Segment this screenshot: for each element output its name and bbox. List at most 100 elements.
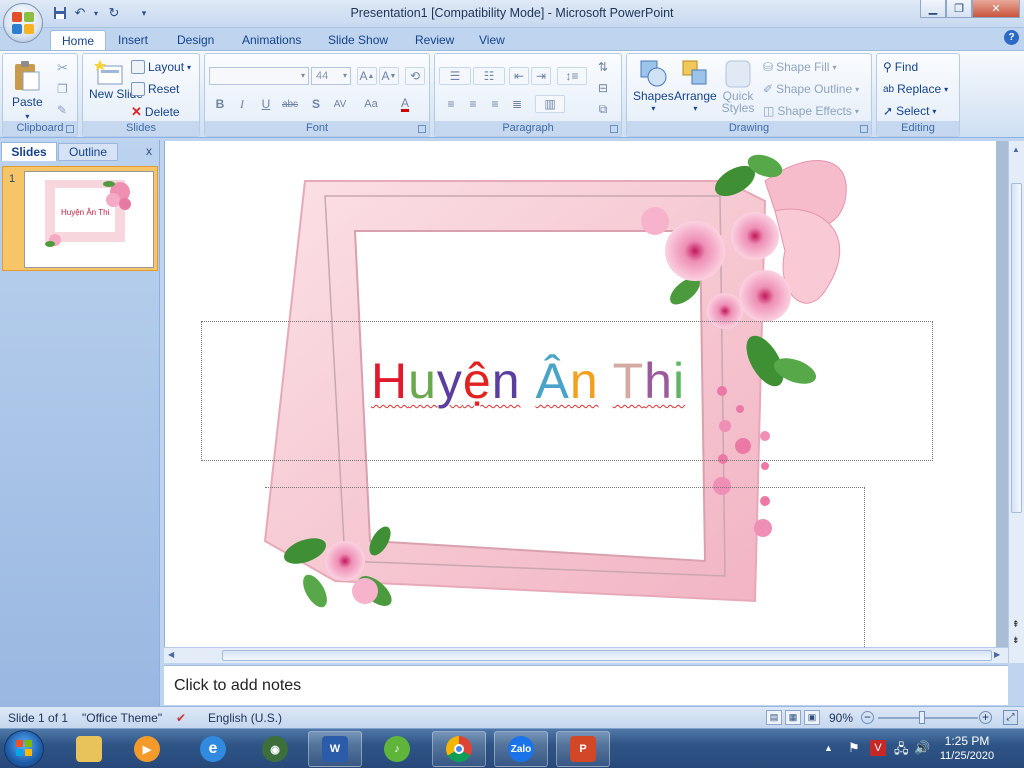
- help-icon[interactable]: ?: [1004, 30, 1019, 45]
- copy-icon[interactable]: ❐: [57, 82, 68, 96]
- slide-editor[interactable]: Huyện Ân Thi: [164, 141, 996, 647]
- bold-icon[interactable]: B: [210, 95, 230, 113]
- notes-placeholder[interactable]: Click to add notes: [174, 677, 301, 695]
- text-shadow-icon[interactable]: S: [306, 95, 326, 113]
- change-case-icon[interactable]: Aa: [361, 95, 381, 113]
- convert-smartart-icon[interactable]: ⧉: [593, 100, 613, 118]
- shape-outline-button[interactable]: ✐ Shape Outline ▾: [763, 82, 859, 96]
- layout-button[interactable]: Layout ▾: [131, 60, 191, 74]
- tab-slides[interactable]: Slides: [1, 142, 57, 161]
- taskbar-media-center[interactable]: ◉: [248, 731, 302, 767]
- tab-outline[interactable]: Outline: [58, 143, 118, 161]
- arrange-button[interactable]: Arrange ▾: [674, 58, 717, 113]
- justify-icon[interactable]: ≣: [507, 95, 527, 113]
- slide-show-view-icon[interactable]: ▣: [804, 710, 820, 725]
- columns-icon[interactable]: ▥: [535, 95, 565, 113]
- align-center-icon[interactable]: ≡: [463, 95, 483, 113]
- grow-font-icon[interactable]: A ▲: [357, 67, 377, 85]
- scroll-right-icon[interactable]: ▶: [994, 650, 1000, 659]
- language-indicator[interactable]: English (U.S.): [208, 711, 282, 725]
- tab-animations[interactable]: Animations: [231, 30, 312, 50]
- cut-icon[interactable]: ✂: [57, 60, 68, 76]
- slide-title[interactable]: Huyện Ân Thi: [371, 352, 685, 410]
- zoom-slider-thumb[interactable]: [919, 711, 926, 724]
- theme-name[interactable]: "Office Theme": [82, 711, 162, 725]
- tab-insert[interactable]: Insert: [107, 30, 159, 50]
- taskbar-zalo[interactable]: Zalo: [494, 731, 548, 767]
- increase-indent-icon[interactable]: ⇥: [531, 67, 551, 85]
- shape-effects-button[interactable]: ◫ Shape Effects ▾: [763, 104, 859, 118]
- align-left-icon[interactable]: ≡: [441, 95, 461, 113]
- notes-pane[interactable]: Click to add notes: [164, 665, 1008, 705]
- quick-styles-button[interactable]: Quick Styles: [721, 58, 755, 114]
- taskbar-chrome[interactable]: [432, 731, 486, 767]
- align-right-icon[interactable]: ≡: [485, 95, 505, 113]
- bullets-icon[interactable]: ☰: [439, 67, 471, 85]
- paste-button[interactable]: Paste ▾: [12, 60, 43, 121]
- action-center-flag-icon[interactable]: ⚑: [848, 740, 860, 756]
- network-icon[interactable]: 🖧: [894, 740, 909, 762]
- font-size-combo[interactable]: 44 ▾: [311, 67, 351, 85]
- previous-slide-icon[interactable]: ⇞: [1012, 619, 1020, 630]
- shapes-button[interactable]: Shapes ▾: [633, 58, 674, 113]
- taskbar-internet-explorer[interactable]: e: [186, 731, 240, 767]
- zoom-in-icon[interactable]: +: [979, 711, 992, 724]
- show-hidden-icons-icon[interactable]: ▲: [824, 743, 833, 753]
- delete-button[interactable]: ✕ Delete: [131, 104, 180, 120]
- subtitle-placeholder[interactable]: [265, 487, 865, 647]
- underline-icon[interactable]: U: [256, 95, 276, 113]
- taskbar-powerpoint[interactable]: P: [556, 731, 610, 767]
- zoom-slider[interactable]: [878, 711, 978, 724]
- horizontal-scrollbar[interactable]: ◀ ▶: [164, 647, 1008, 663]
- clock-time[interactable]: 1:25 PM: [932, 734, 1002, 748]
- clear-formatting-icon[interactable]: ⟲: [405, 67, 425, 85]
- clock-date[interactable]: 11/25/2020: [930, 750, 1004, 762]
- start-button[interactable]: [4, 730, 44, 768]
- find-button[interactable]: ⚲ Find: [883, 60, 918, 74]
- numbering-icon[interactable]: ☷: [473, 67, 505, 85]
- font-color-icon[interactable]: A: [395, 95, 415, 113]
- taskbar-file-explorer[interactable]: [62, 731, 116, 767]
- fit-to-window-icon[interactable]: ⤢: [1003, 710, 1018, 725]
- taskbar-word[interactable]: W: [308, 731, 362, 767]
- strikethrough-icon[interactable]: abc: [280, 95, 300, 113]
- shape-fill-button[interactable]: ⛁ Shape Fill ▾: [763, 60, 836, 74]
- taskbar-media-player[interactable]: ▶: [120, 731, 174, 767]
- scroll-left-icon[interactable]: ◀: [168, 650, 174, 659]
- font-launcher-icon[interactable]: [418, 125, 426, 133]
- office-button[interactable]: [3, 3, 43, 43]
- italic-icon[interactable]: I: [232, 95, 252, 113]
- shrink-font-icon[interactable]: A ▼: [379, 67, 399, 85]
- scroll-up-icon[interactable]: ▲: [1012, 145, 1020, 154]
- close-button[interactable]: ✕: [972, 0, 1020, 18]
- restore-button[interactable]: ❐: [946, 0, 972, 18]
- vertical-scroll-thumb[interactable]: [1011, 183, 1022, 513]
- tab-design[interactable]: Design: [166, 30, 225, 50]
- text-direction-icon[interactable]: ⇅: [593, 58, 613, 76]
- font-name-combo[interactable]: ▾: [209, 67, 309, 85]
- zoom-out-icon[interactable]: −: [861, 711, 874, 724]
- line-spacing-icon[interactable]: ↕≡: [557, 67, 587, 85]
- antivirus-icon[interactable]: V: [870, 740, 886, 756]
- character-spacing-icon[interactable]: AV: [330, 95, 350, 113]
- format-painter-icon[interactable]: ✎: [57, 103, 67, 117]
- slide-thumbnail[interactable]: Huyện Ân Thi: [24, 171, 154, 268]
- horizontal-scroll-thumb[interactable]: [222, 650, 992, 661]
- close-pane-icon[interactable]: x: [142, 144, 156, 158]
- tab-review[interactable]: Review: [404, 30, 465, 50]
- drawing-launcher-icon[interactable]: [860, 125, 868, 133]
- clipboard-launcher-icon[interactable]: [66, 125, 74, 133]
- select-button[interactable]: ➚ Select ▾: [883, 104, 936, 118]
- slide-thumbnail-item[interactable]: 1 Huyện Ân Thi: [2, 166, 158, 271]
- next-slide-icon[interactable]: ⇟: [1012, 635, 1020, 646]
- decrease-indent-icon[interactable]: ⇤: [509, 67, 529, 85]
- normal-view-icon[interactable]: ▤: [766, 710, 782, 725]
- tab-home[interactable]: Home: [50, 30, 107, 50]
- spell-check-icon[interactable]: ✔: [176, 711, 186, 725]
- taskbar-music-app[interactable]: ♪: [370, 731, 424, 767]
- align-text-icon[interactable]: ⊟: [593, 79, 613, 97]
- vertical-scrollbar[interactable]: ▲ ⇞ ⇟: [1008, 141, 1024, 663]
- new-slide-button[interactable]: New Slide: [89, 60, 143, 101]
- reset-button[interactable]: Reset: [131, 82, 179, 96]
- paragraph-launcher-icon[interactable]: [610, 125, 618, 133]
